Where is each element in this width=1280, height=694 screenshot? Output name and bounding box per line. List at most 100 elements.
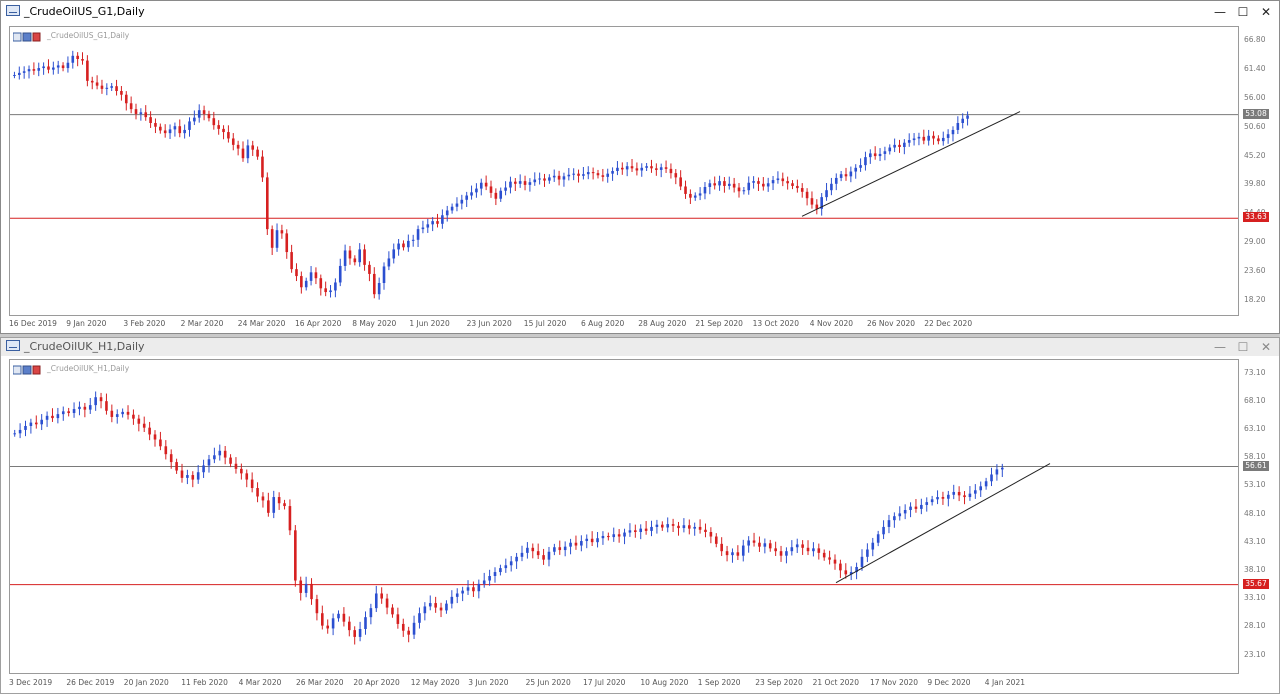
candle-body — [124, 94, 128, 104]
candle-body — [169, 454, 173, 463]
window-titlebar[interactable]: _CrudeOilUS_G1,Daily — ☐ ✕ — [1, 1, 1279, 23]
candle-body — [752, 540, 756, 543]
date-tick-label: 9 Jan 2020 — [66, 319, 107, 328]
candle-body — [56, 65, 60, 68]
candle-body — [634, 530, 637, 533]
candle-body — [411, 239, 415, 241]
candle-body — [100, 85, 104, 89]
candle-body — [27, 69, 31, 72]
candle-body — [725, 551, 729, 556]
close-button[interactable]: ✕ — [1257, 4, 1275, 20]
candle-body — [347, 621, 351, 631]
candle-body — [180, 470, 184, 478]
candle-body — [538, 178, 541, 180]
candle-body — [304, 280, 308, 288]
candle-body — [105, 87, 109, 89]
date-tick-label: 20 Jan 2020 — [123, 678, 169, 687]
candle-body — [475, 188, 478, 193]
candle-body — [149, 117, 152, 123]
candle-body — [504, 187, 507, 191]
candle-body — [499, 568, 502, 573]
candle-body — [256, 149, 259, 157]
candle-body — [693, 526, 696, 529]
candle-body — [930, 499, 934, 503]
candle-body — [105, 401, 108, 411]
date-tick-label: 12 May 2020 — [410, 678, 460, 687]
date-tick-label: 26 Nov 2020 — [867, 319, 916, 328]
chart-plot-area[interactable]: _CrudeOilUK_H1,Daily — [9, 359, 1239, 674]
candle-body — [401, 623, 405, 631]
close-button[interactable]: ✕ — [1257, 339, 1275, 355]
maximize-button[interactable]: ☐ — [1234, 4, 1252, 20]
price-chart — [10, 391, 1238, 645]
date-tick-label: 16 Dec 2019 — [9, 319, 57, 328]
price-tick-label: 18.20 — [1244, 294, 1266, 304]
date-tick-label: 6 Aug 2020 — [581, 319, 625, 328]
date-tick-label: 21 Oct 2020 — [812, 678, 859, 687]
candle-body — [703, 187, 707, 194]
candle-body — [937, 138, 940, 142]
candle-body — [543, 178, 546, 181]
candle-body — [334, 282, 337, 291]
candle-body — [520, 552, 524, 557]
candle-body — [601, 175, 605, 177]
candle-body — [963, 495, 966, 498]
resistance-price-tag: 53.08 — [1243, 108, 1269, 119]
candle-body — [582, 174, 585, 176]
candle-body — [839, 174, 843, 178]
candle-body — [630, 166, 634, 169]
candle-body — [81, 59, 84, 61]
maximize-button[interactable]: ☐ — [1234, 339, 1252, 355]
trendline[interactable] — [835, 463, 1051, 584]
candle-body — [708, 183, 712, 187]
candle-body — [314, 272, 318, 279]
date-tick-label: 1 Jun 2020 — [409, 319, 450, 328]
candle-body — [266, 177, 269, 230]
price-tick-label: 23.60 — [1244, 265, 1266, 275]
candle-body — [591, 172, 595, 174]
candle-body — [139, 112, 143, 114]
price-tick-label: 23.10 — [1244, 649, 1266, 659]
candle-body — [358, 629, 362, 637]
candle-body — [666, 524, 670, 528]
candle-body — [515, 556, 518, 562]
candle-body — [757, 181, 760, 184]
candle-body — [32, 69, 36, 71]
candle-body — [494, 192, 498, 199]
candle-body — [229, 457, 232, 464]
chart-plot-area[interactable]: _CrudeOilUS_G1,Daily — [9, 26, 1239, 316]
candle-body — [164, 446, 168, 455]
candle-body — [397, 243, 400, 250]
candle-body — [763, 543, 767, 547]
candle-body — [295, 269, 298, 277]
candle-body — [153, 434, 157, 440]
candle-body — [844, 174, 848, 177]
trendline[interactable] — [801, 111, 1021, 217]
candle-body — [774, 548, 777, 552]
price-tick-label: 73.10 — [1244, 367, 1266, 377]
candle-body — [941, 137, 945, 142]
date-tick-label: 23 Sep 2020 — [755, 678, 803, 687]
candle-body — [806, 547, 810, 552]
candle-body — [689, 193, 692, 198]
candle-body — [844, 570, 848, 575]
minimize-button[interactable]: — — [1211, 339, 1229, 355]
price-chart — [10, 50, 1238, 300]
candle-body — [737, 187, 741, 192]
candle-body — [567, 174, 571, 177]
candle-body — [29, 422, 33, 426]
minimize-button[interactable]: — — [1211, 4, 1229, 20]
window-titlebar[interactable]: _CrudeOilUK_H1,Daily — ☐ ✕ — [1, 338, 1279, 356]
candle-body — [460, 199, 464, 204]
candle-body — [115, 86, 118, 91]
candle-body — [22, 71, 26, 73]
candle-body — [423, 606, 427, 614]
candle-body — [655, 524, 659, 527]
candle-body — [781, 178, 785, 182]
candle-body — [270, 229, 274, 248]
date-tick-label: 10 Aug 2020 — [640, 678, 689, 687]
candle-body — [450, 596, 454, 604]
candle-body — [557, 175, 561, 180]
candle-body — [368, 264, 371, 274]
candle-body — [472, 587, 475, 592]
